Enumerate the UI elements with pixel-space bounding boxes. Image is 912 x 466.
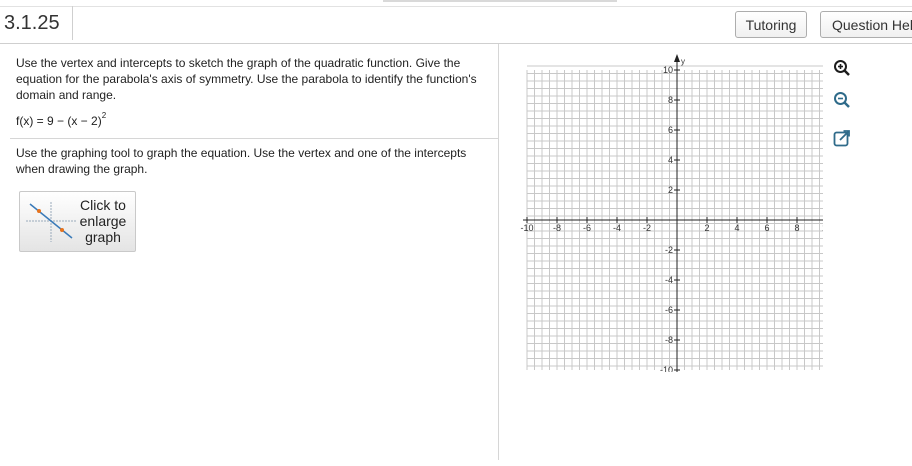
x-tick-label: -4	[613, 223, 621, 233]
top-rule	[0, 6, 912, 7]
y-tick-label: 4	[668, 155, 673, 165]
y-tick-label: -2	[665, 245, 673, 255]
x-tick-label: 2	[704, 223, 709, 233]
x-tick-label: 4	[734, 223, 739, 233]
x-tick-label: -6	[583, 223, 591, 233]
y-axis-arrow	[674, 54, 680, 62]
top-scroll-indicator	[383, 0, 617, 2]
question-divider	[10, 138, 498, 139]
zoom-in-icon[interactable]	[832, 58, 852, 78]
x-tick-label: -10	[520, 223, 533, 233]
y-tick-label: 10	[663, 65, 673, 75]
enlarge-graph-button[interactable]: Click to enlarge graph	[19, 191, 136, 252]
function-exponent: 2	[101, 111, 107, 120]
graph-instructions: Use the graphing tool to graph the equat…	[16, 146, 467, 176]
enlarge-graph-label: Click to enlarge graph	[79, 197, 127, 245]
question-help-button[interactable]: Question Help	[820, 11, 912, 38]
zoom-out-icon[interactable]	[832, 90, 852, 110]
y-tick-label: 6	[668, 125, 673, 135]
y-tick-label: 8	[668, 95, 673, 105]
question-number: 3.1.25	[0, 6, 73, 40]
tutoring-button[interactable]: Tutoring	[735, 11, 807, 38]
x-tick-label: 10	[822, 223, 823, 233]
y-tick-label: -8	[665, 335, 673, 345]
function-base: f(x) = 9 − (x − 2)	[16, 114, 102, 128]
coordinate-grid[interactable]: xy-10-8-6-4-2246810108642-2-4-6-8-10	[513, 52, 823, 372]
x-tick-label: 8	[794, 223, 799, 233]
header-divider	[0, 43, 912, 44]
y-tick-label: -10	[660, 365, 673, 372]
graph-thumbnail-icon	[26, 202, 76, 242]
y-axis-label: y	[681, 57, 685, 66]
x-tick-label: -2	[643, 223, 651, 233]
y-tick-label: 2	[668, 185, 673, 195]
function-equation: f(x) = 9 − (x − 2)2	[16, 111, 107, 128]
x-tick-label: -8	[553, 223, 561, 233]
question-instructions: Use the vertex and intercepts to sketch …	[16, 56, 477, 102]
y-tick-label: -6	[665, 305, 673, 315]
pop-out-icon[interactable]	[832, 128, 852, 148]
x-tick-label: 6	[764, 223, 769, 233]
pane-divider	[498, 44, 499, 460]
y-tick-label: -4	[665, 275, 673, 285]
